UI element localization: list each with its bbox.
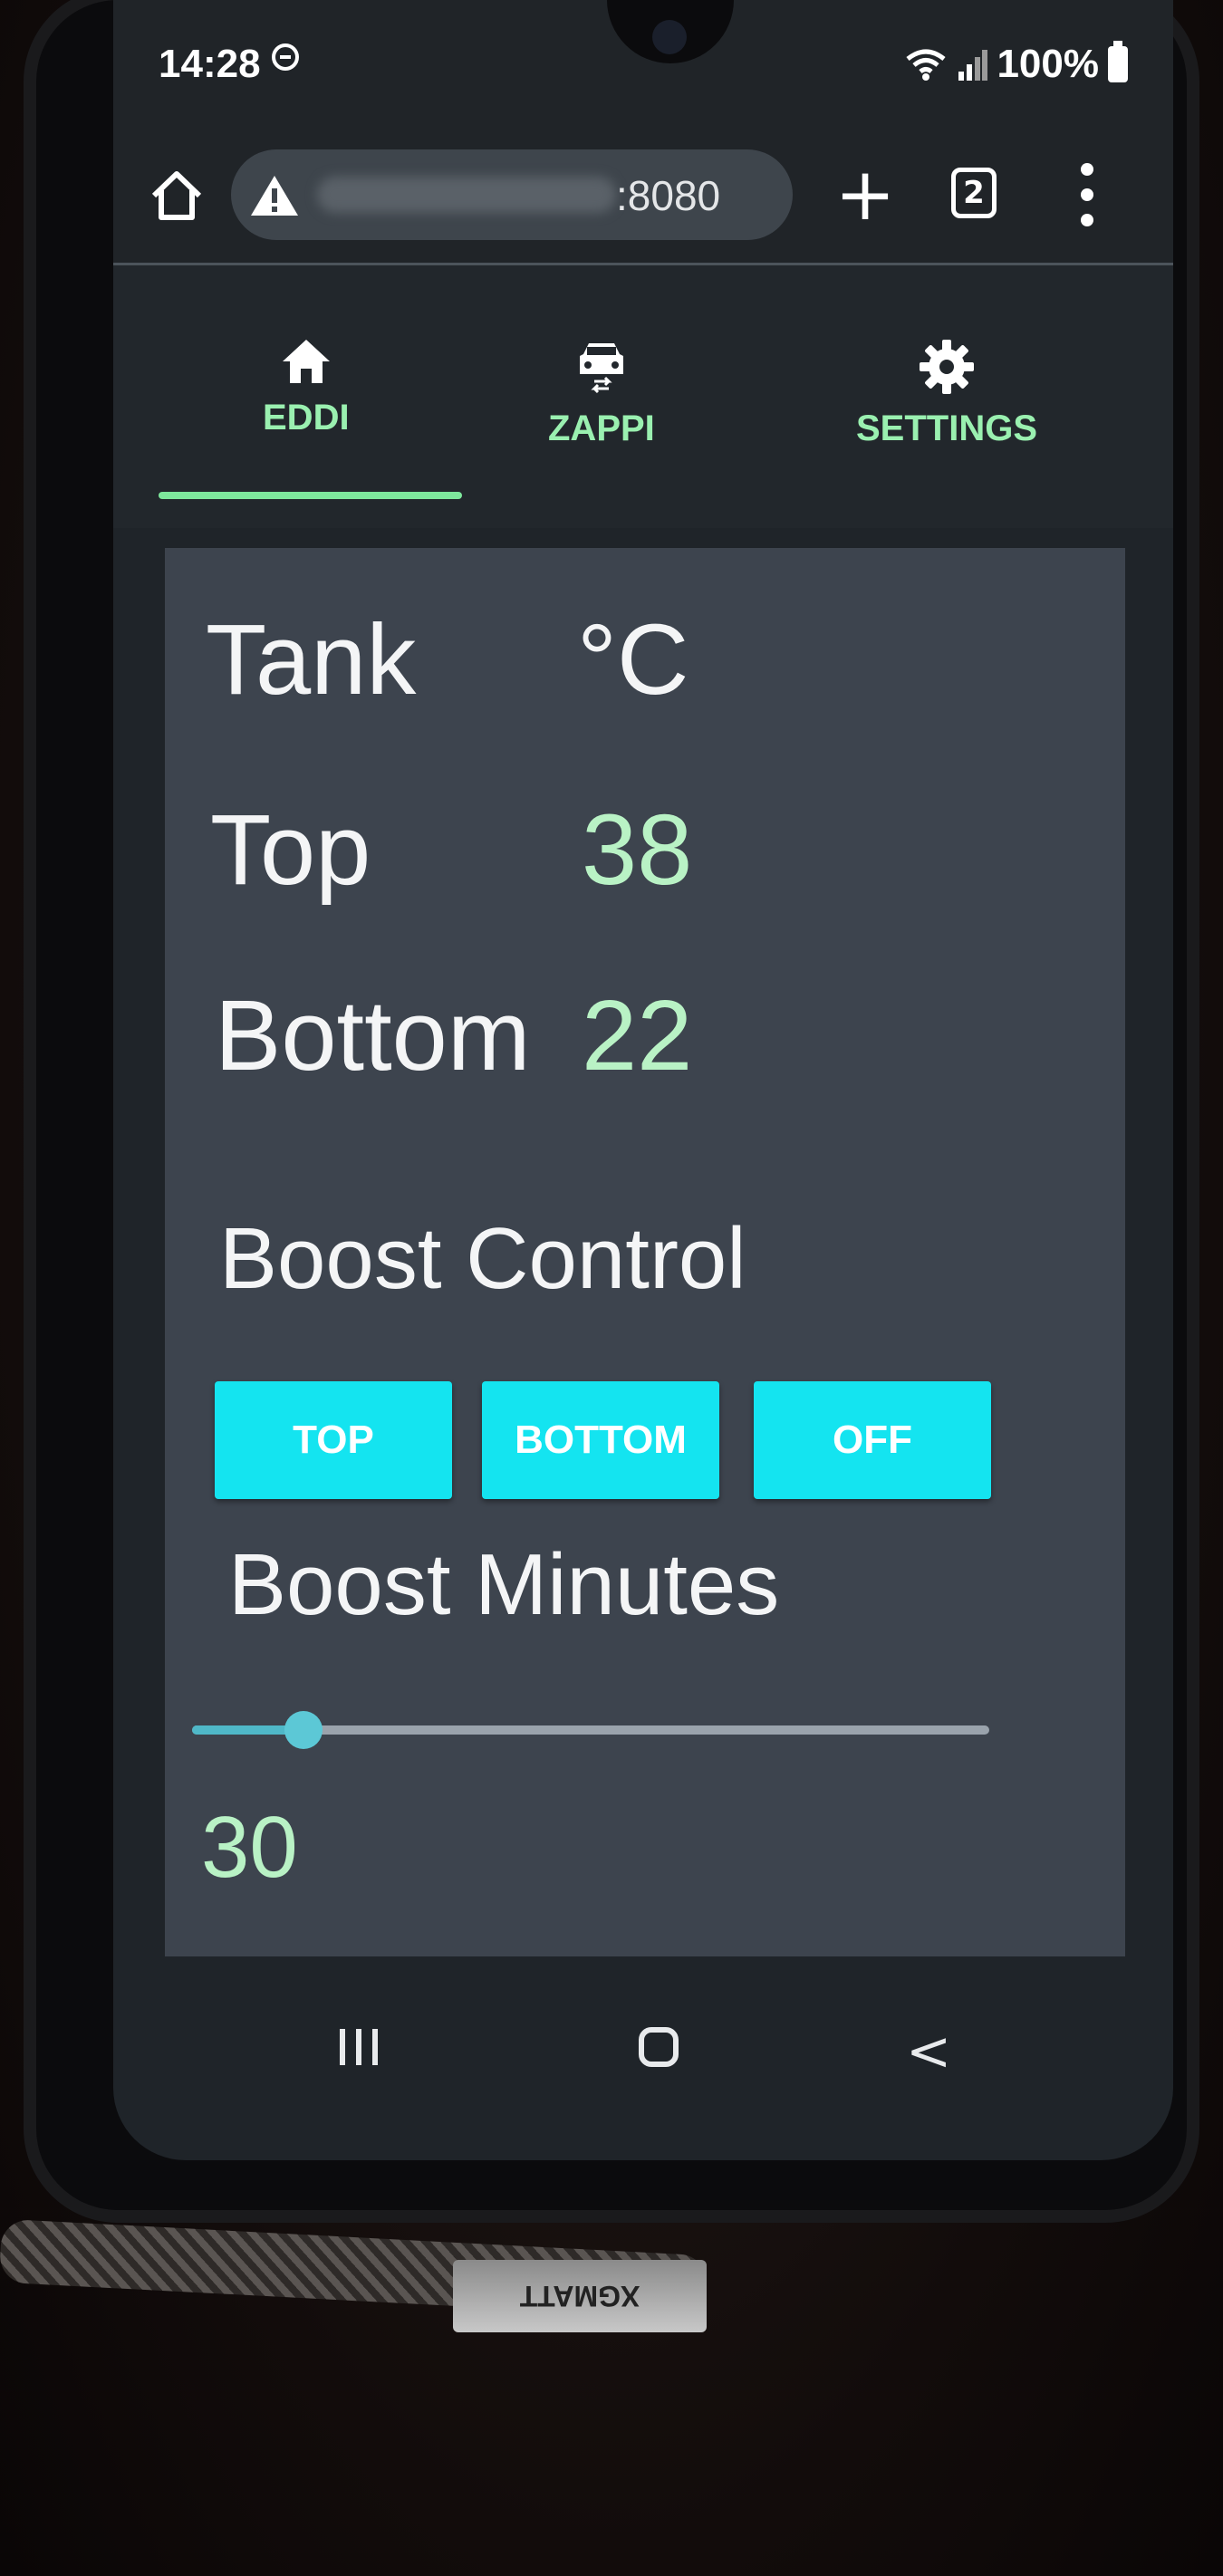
boost-minutes-title: Boost Minutes: [228, 1536, 780, 1633]
new-tab-button[interactable]: +: [829, 159, 901, 231]
active-tab-indicator: [159, 492, 462, 499]
tab-switcher-button[interactable]: 2: [951, 168, 997, 218]
bottom-label: Bottom: [215, 980, 531, 1091]
tab-zappi-label: ZAPPI: [548, 409, 655, 448]
back-icon[interactable]: <: [906, 2020, 951, 2083]
tab-settings[interactable]: SETTINGS: [856, 338, 1037, 449]
slider-thumb[interactable]: [284, 1711, 323, 1749]
tank-title: Tank: [206, 604, 417, 716]
tab-settings-label: SETTINGS: [856, 409, 1038, 448]
boost-bottom-button[interactable]: BOTTOM: [482, 1381, 719, 1499]
android-navigation-bar: <: [113, 1993, 1173, 2101]
bottom-temperature: 22: [582, 980, 693, 1091]
tank-unit: °C: [577, 604, 689, 716]
tab-eddi[interactable]: EDDI: [263, 338, 350, 438]
car-charger-icon: [579, 343, 623, 394]
browser-home-icon[interactable]: [145, 163, 208, 226]
status-time: 14:28: [159, 42, 261, 86]
url-text[interactable]: :8080: [616, 171, 720, 220]
top-label: Top: [210, 794, 371, 906]
url-redacted: [317, 177, 616, 213]
phone-body: 14:28 100%:8080 + 2 EDDI ZAPPI SETTINGS…: [36, 0, 1187, 2210]
app-tab-bar: EDDI ZAPPI SETTINGS: [113, 265, 1173, 528]
signal-icon: [958, 50, 988, 81]
camera-notch: [607, 0, 734, 63]
menu-dot: [1081, 188, 1093, 201]
status-bar: 14:28 100%: [113, 0, 1173, 127]
boost-minutes-value: 30: [201, 1799, 298, 1896]
tab-zappi[interactable]: ZAPPI: [548, 338, 655, 449]
boost-top-button[interactable]: TOP: [215, 1381, 452, 1499]
usb-plug: XGMATT: [453, 2260, 707, 2332]
do-not-disturb-icon: [272, 43, 299, 71]
menu-dot: [1081, 163, 1093, 176]
battery-percent: 100%: [997, 42, 1099, 86]
recent-bar: [372, 2029, 378, 2065]
eddi-panel: Tank °C Top 38 Bottom 22 Boost Control T…: [165, 548, 1125, 1956]
phone-screen: 14:28 100%:8080 + 2 EDDI ZAPPI SETTINGS…: [113, 0, 1173, 2160]
status-indicators: 100%: [904, 41, 1128, 87]
tab-eddi-label: EDDI: [263, 398, 350, 437]
android-home-icon[interactable]: [639, 2027, 679, 2067]
battery-icon: [1108, 41, 1128, 82]
recent-apps-icon[interactable]: [340, 2029, 378, 2065]
recent-bar: [356, 2029, 361, 2065]
boost-control-title: Boost Control: [219, 1210, 746, 1307]
warning-icon[interactable]: [249, 173, 300, 218]
browser-toolbar: :8080 + 2: [113, 127, 1173, 265]
address-bar[interactable]: :8080: [231, 149, 793, 240]
menu-dot: [1081, 214, 1093, 226]
boost-off-button[interactable]: OFF: [754, 1381, 991, 1499]
browser-menu-button[interactable]: [1074, 163, 1101, 226]
top-temperature: 38: [582, 794, 693, 906]
wifi-icon: [906, 49, 947, 81]
gear-icon: [920, 340, 975, 394]
recent-bar: [340, 2029, 345, 2065]
boost-minutes-slider[interactable]: [192, 1711, 989, 1749]
home-icon: [282, 340, 330, 383]
